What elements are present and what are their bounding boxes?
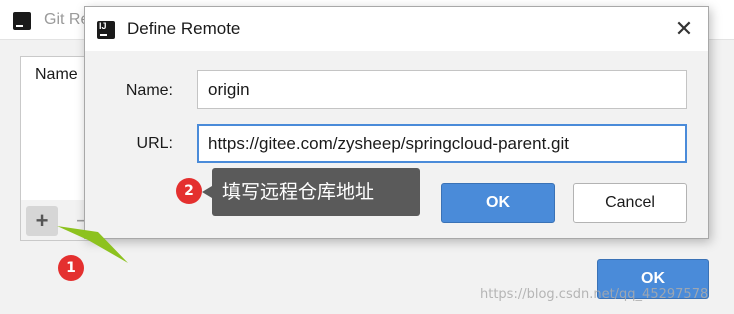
green-arrow-annotation [57, 226, 128, 263]
step-badge-1: 1 [58, 255, 84, 281]
callout-fill-remote-url: 填写远程仓库地址 [202, 168, 420, 216]
step-badge-2: 2 [176, 178, 202, 204]
